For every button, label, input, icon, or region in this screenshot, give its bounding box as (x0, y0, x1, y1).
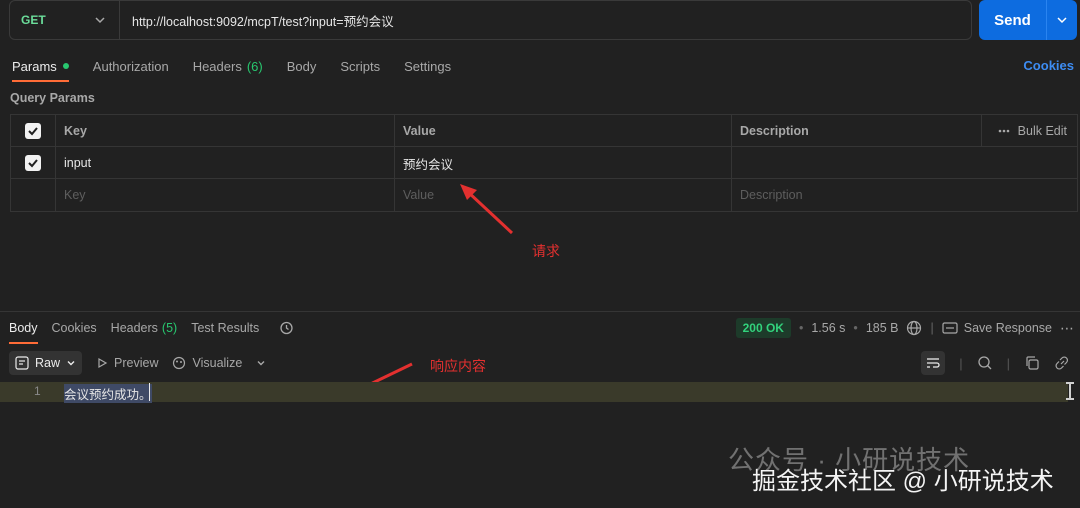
visualize-icon (173, 356, 186, 370)
tab-label: Test Results (191, 321, 260, 335)
response-tab-test-results[interactable]: Test Results (182, 316, 264, 340)
link-icon[interactable] (1054, 355, 1070, 371)
view-mode-select[interactable]: Raw (9, 351, 83, 375)
response-headers-count: (5) (161, 321, 178, 335)
line-number: 1 (34, 384, 41, 398)
meta-separator: • (798, 321, 804, 335)
view-mode-label: Raw (35, 356, 61, 370)
response-tab-cookies[interactable]: Cookies (43, 316, 102, 340)
tab-label: Cookies (51, 321, 97, 335)
text-caret (149, 383, 150, 401)
response-view-bar: Raw Preview Visualize (9, 351, 266, 375)
more-icon[interactable]: ⋯ (1060, 320, 1074, 337)
tab-label: Headers (110, 321, 158, 335)
wrap-icon (927, 358, 940, 368)
watermark-line-2: 掘金技术社区 @ 小研说技术 (752, 468, 1054, 495)
response-meta: 200 OK • 1.56 s • 185 B | Save Response … (735, 316, 1074, 340)
text-cursor-icon (1066, 382, 1074, 400)
chevron-down-icon (67, 361, 75, 366)
response-size[interactable]: 185 B (866, 321, 899, 335)
status-badge[interactable]: 200 OK (735, 318, 791, 338)
save-response-button[interactable]: Save Response (942, 321, 1052, 335)
response-tabs: Body Cookies Headers (5) Test Results (0, 316, 299, 344)
response-tab-body[interactable]: Body (0, 316, 43, 344)
globe-icon[interactable] (906, 320, 922, 336)
wrap-lines-button[interactable] (921, 351, 946, 375)
meta-separator: • (853, 321, 858, 335)
request-annotation: 请求 (532, 243, 560, 259)
copy-icon[interactable] (1024, 355, 1040, 371)
response-tools: | | (921, 351, 1070, 375)
response-body-text[interactable]: 会议预约成功。 (64, 384, 152, 403)
save-icon (942, 322, 958, 334)
visualize-label: Visualize (192, 356, 243, 370)
save-response-label: Save Response (963, 321, 1052, 335)
tab-label: Body (9, 321, 38, 335)
code-line-highlight (0, 382, 1068, 402)
response-time[interactable]: 1.56 s (811, 321, 845, 335)
search-icon[interactable] (977, 355, 993, 371)
preview-button[interactable]: Preview (96, 356, 158, 370)
raw-icon (15, 356, 29, 370)
history-icon (280, 321, 293, 335)
chevron-down-icon[interactable] (256, 358, 266, 368)
history-button[interactable] (264, 316, 299, 340)
preview-label: Preview (114, 356, 159, 370)
section-divider (0, 311, 1080, 312)
play-icon (98, 357, 108, 369)
tool-separator: | (959, 355, 963, 371)
tool-separator: | (1006, 355, 1010, 371)
meta-separator: | (930, 321, 934, 335)
response-tab-headers[interactable]: Headers (5) (102, 316, 183, 340)
response-annotation: 响应内容 (430, 358, 486, 374)
visualize-button[interactable]: Visualize (172, 356, 242, 370)
request-arrow-icon (460, 184, 514, 235)
